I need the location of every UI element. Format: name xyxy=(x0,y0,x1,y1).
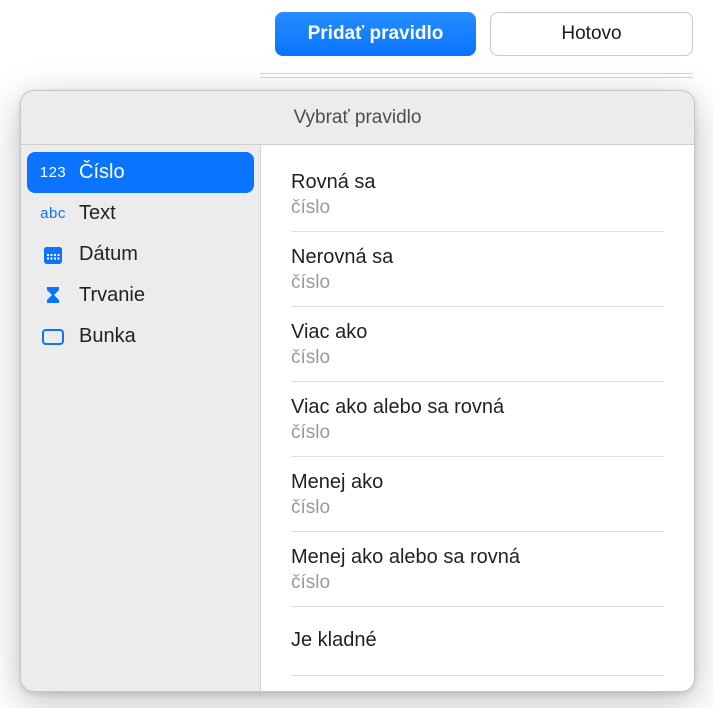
sidebar-item-text[interactable]: abc Text xyxy=(27,193,254,234)
rule-title: Menej ako xyxy=(291,471,664,494)
rule-option-greater-equal[interactable]: Viac ako alebo sa rovná číslo xyxy=(291,382,664,457)
sidebar-item-label: Číslo xyxy=(79,161,125,184)
sidebar-item-duration[interactable]: Trvanie xyxy=(27,275,254,316)
rule-title: Je kladné xyxy=(291,629,664,652)
rule-subtitle: číslo xyxy=(291,497,664,519)
popover-header: Vybrať pravidlo xyxy=(21,91,694,145)
done-label: Hotovo xyxy=(561,23,621,45)
sidebar-item-label: Bunka xyxy=(79,325,136,348)
choose-rule-popover: Vybrať pravidlo 123 Číslo abc Text xyxy=(20,90,695,692)
toolbar-divider xyxy=(260,73,693,74)
rule-title: Viac ako alebo sa rovná xyxy=(291,396,664,419)
rule-title: Menej ako alebo sa rovná xyxy=(291,546,664,569)
popover-body: 123 Číslo abc Text xyxy=(21,145,694,691)
sidebar-item-label: Dátum xyxy=(79,243,138,266)
add-rule-label: Pridať pravidlo xyxy=(308,23,444,45)
done-button[interactable]: Hotovo xyxy=(490,12,693,56)
cell-icon xyxy=(41,327,65,347)
rules-list: Rovná sa číslo Nerovná sa číslo Viac ako… xyxy=(261,145,694,691)
add-rule-button[interactable]: Pridať pravidlo xyxy=(275,12,476,56)
rule-option-greater-than[interactable]: Viac ako číslo xyxy=(291,307,664,382)
rule-option-is-positive[interactable]: Je kladné xyxy=(291,607,664,676)
rule-option-equals[interactable]: Rovná sa číslo xyxy=(291,157,664,232)
rule-option-not-equals[interactable]: Nerovná sa číslo xyxy=(291,232,664,307)
calendar-icon xyxy=(41,244,65,266)
rule-option-less-than[interactable]: Menej ako číslo xyxy=(291,457,664,532)
hourglass-icon xyxy=(41,285,65,307)
rule-option-less-equal[interactable]: Menej ako alebo sa rovná číslo xyxy=(291,532,664,607)
sidebar-item-label: Text xyxy=(79,202,116,225)
rule-subtitle: číslo xyxy=(291,347,664,369)
text-icon: abc xyxy=(41,205,65,222)
toolbar: Pridať pravidlo Hotovo xyxy=(275,12,693,56)
rule-subtitle: číslo xyxy=(291,422,664,444)
rule-subtitle: číslo xyxy=(291,197,664,219)
popover-title: Vybrať pravidlo xyxy=(294,107,422,129)
sidebar-item-number[interactable]: 123 Číslo xyxy=(27,152,254,193)
sidebar-item-date[interactable]: Dátum xyxy=(27,234,254,275)
rule-title: Rovná sa xyxy=(291,171,664,194)
sidebar-item-label: Trvanie xyxy=(79,284,145,307)
rule-title: Nerovná sa xyxy=(291,246,664,269)
rule-title: Viac ako xyxy=(291,321,664,344)
toolbar-divider xyxy=(260,77,693,78)
rule-subtitle: číslo xyxy=(291,272,664,294)
number-icon: 123 xyxy=(41,164,65,181)
rule-subtitle: číslo xyxy=(291,572,664,594)
rule-type-sidebar: 123 Číslo abc Text xyxy=(21,145,261,691)
sidebar-item-cell[interactable]: Bunka xyxy=(27,316,254,357)
